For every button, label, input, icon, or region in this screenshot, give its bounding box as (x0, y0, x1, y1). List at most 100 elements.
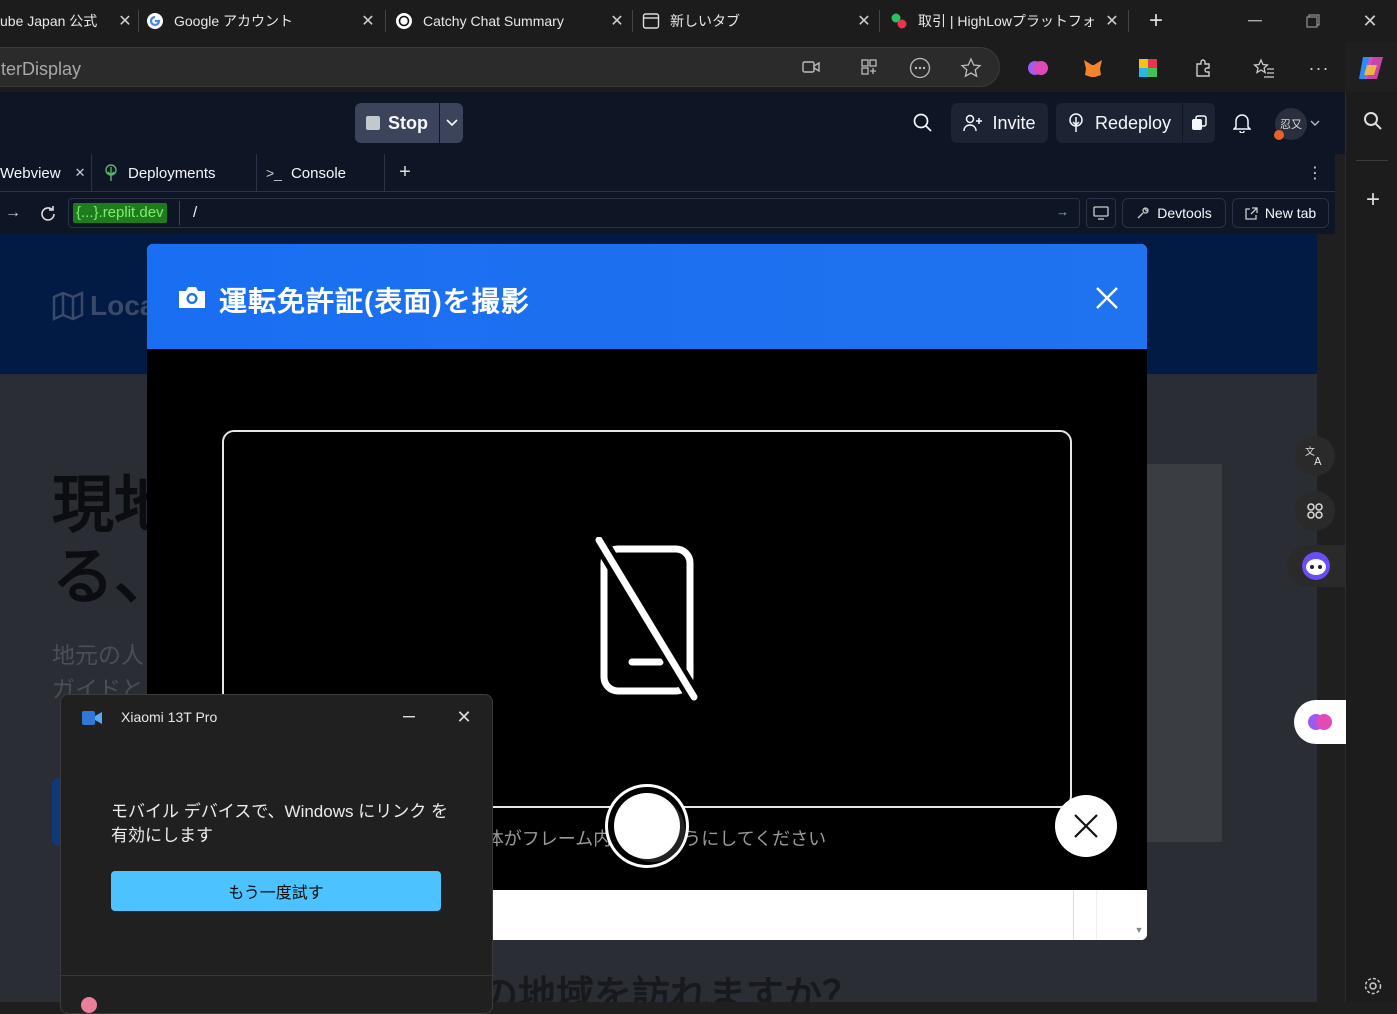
add-tab-plus-icon[interactable]: + (395, 161, 415, 183)
device-preview-icon[interactable] (1086, 198, 1116, 228)
webview-url-input[interactable]: {...}.replit.dev / → (68, 198, 1080, 228)
highlow-icon (890, 12, 908, 30)
new-tab-button[interactable]: New tab (1232, 198, 1329, 228)
add-plus-icon[interactable]: + (1361, 186, 1385, 213)
redeploy-label: Redeploy (1094, 112, 1172, 133)
reload-icon[interactable] (37, 203, 59, 225)
deploy-tree-icon (1069, 113, 1083, 132)
tab-console[interactable]: >_ Console (266, 154, 381, 192)
browser-tab[interactable]: Catchy Chat Summary ✕ (395, 0, 627, 42)
go-arrow-icon[interactable]: → (1056, 204, 1069, 219)
color-extension-icon[interactable] (1136, 56, 1160, 80)
external-link-icon (1245, 206, 1258, 220)
subtext-line: 地元の人 (52, 642, 144, 668)
retry-button[interactable]: もう一度試す (111, 871, 441, 911)
tab-title: 新しいタブ (670, 13, 740, 29)
tab-webview[interactable]: Webview ✕ (0, 154, 90, 192)
browser-tab[interactable]: 取引 | HighLowプラットフォ ✕ (890, 0, 1122, 42)
close-icon[interactable]: ✕ (607, 11, 627, 31)
metamask-fox-icon[interactable] (1081, 56, 1105, 80)
redeploy-button[interactable]: Redeploy (1056, 103, 1182, 143)
search-icon[interactable] (911, 111, 935, 135)
favorites-list-icon[interactable] (1252, 56, 1276, 80)
more-vertical-icon[interactable]: ⋮ (1305, 162, 1325, 184)
browser-tab-strip: ube Japan 公式 ✕ Google アカウント ✕ Catchy Cha… (0, 0, 1397, 42)
avatar-badge (1274, 130, 1284, 140)
invite-label: Invite (992, 112, 1036, 133)
stop-label: Stop (388, 112, 428, 133)
modal-close-icon[interactable] (1093, 284, 1121, 312)
tab-label: Console (290, 164, 347, 182)
brain-widget-icon[interactable] (1294, 700, 1346, 744)
close-icon[interactable]: ✕ (115, 11, 135, 31)
browser-tab[interactable]: 新しいタブ ✕ (642, 0, 874, 42)
phone-link-message: モバイル デバイスで、Windows にリンク を有効にします (111, 802, 448, 845)
new-tab-plus-icon[interactable]: + (1143, 7, 1169, 34)
wrench-icon (1137, 207, 1149, 219)
chevron-down-icon[interactable] (1308, 116, 1322, 130)
browser-tab[interactable]: Google アカウント ✕ (146, 0, 378, 42)
terminal-prompt-icon: >_ (266, 165, 282, 181)
search-icon[interactable] (1361, 109, 1385, 133)
translate-icon[interactable]: 文A (1295, 436, 1335, 476)
brain-extension-icon[interactable] (1026, 56, 1050, 80)
video-icon[interactable] (800, 57, 822, 77)
phone-link-icon (82, 711, 102, 725)
url-path: / (193, 204, 198, 221)
newtab-label: New tab (1264, 205, 1317, 221)
site-logo-text: Loca (90, 290, 156, 321)
shutter-button[interactable] (605, 784, 689, 868)
close-icon[interactable]: ✕ (453, 706, 475, 728)
close-icon[interactable]: ✕ (1102, 11, 1122, 31)
assistant-bot-icon[interactable] (1287, 545, 1345, 587)
tab-title: Catchy Chat Summary (423, 13, 564, 29)
address-bar-row: terDisplay ··· (0, 42, 1383, 92)
tab-title: 取引 | HighLowプラットフォ (918, 13, 1096, 29)
google-icon (146, 12, 164, 30)
devtools-label: Devtools (1157, 205, 1212, 221)
address-bar[interactable]: terDisplay (0, 47, 1000, 87)
favorite-star-icon[interactable] (959, 56, 983, 80)
browser-tab[interactable]: ube Japan 公式 ✕ (0, 0, 135, 42)
invite-button[interactable]: Invite (951, 103, 1048, 143)
copilot-icon[interactable] (1356, 54, 1386, 82)
restore-icon[interactable] (1301, 10, 1325, 32)
stop-square-icon (366, 116, 380, 130)
window-close-icon[interactable]: ✕ (1358, 10, 1382, 32)
more-circle-icon[interactable] (908, 56, 932, 80)
tab-label: Deployments (128, 164, 216, 182)
close-icon[interactable]: ✕ (75, 165, 86, 181)
notification-bell-icon[interactable] (1230, 111, 1254, 135)
minimize-icon[interactable] (399, 707, 419, 727)
tab-deployments[interactable]: Deployments (103, 154, 253, 192)
map-icon (52, 291, 84, 321)
apps-icon[interactable] (858, 56, 880, 78)
devtools-button[interactable]: Devtools (1122, 198, 1226, 228)
minimize-icon[interactable] (1243, 10, 1267, 32)
deployment-status-button[interactable] (1183, 103, 1215, 143)
extensions-puzzle-icon[interactable] (1192, 56, 1216, 80)
edge-sidebar: + (1345, 92, 1397, 1002)
new-tab-icon (642, 12, 660, 30)
more-menu-icon[interactable]: ··· (1307, 56, 1331, 80)
forward-arrow-icon[interactable]: → (4, 204, 22, 222)
phone-link-window: Xiaomi 13T Pro ✕ モバイル デバイスで、Windows にリンク… (60, 694, 494, 1014)
close-icon (1074, 814, 1098, 838)
tab-label: Webview (0, 164, 61, 182)
scroll-down-arrow-icon[interactable]: ▼ (1133, 924, 1145, 936)
close-icon[interactable]: ✕ (854, 11, 874, 31)
pane-tabs: Webview ✕ Deployments >_ Console + ⋮ (0, 154, 1335, 192)
add-user-icon (963, 114, 983, 132)
modal-title: 運転免許証(表面)を撮影 (219, 286, 530, 317)
command-icon[interactable] (1295, 491, 1335, 531)
tab-title: Google アカウント (174, 13, 294, 29)
address-text: terDisplay (1, 59, 82, 79)
cancel-capture-button[interactable] (1055, 795, 1117, 857)
no-camera-device-icon (594, 537, 701, 702)
settings-gear-icon[interactable] (1361, 974, 1385, 998)
section-heading: の地域を訪れますか？ (480, 975, 861, 1002)
stop-menu-button[interactable] (440, 103, 463, 143)
close-icon[interactable]: ✕ (358, 11, 378, 31)
stop-button[interactable]: Stop (355, 103, 439, 143)
copy-icon (1192, 115, 1207, 130)
